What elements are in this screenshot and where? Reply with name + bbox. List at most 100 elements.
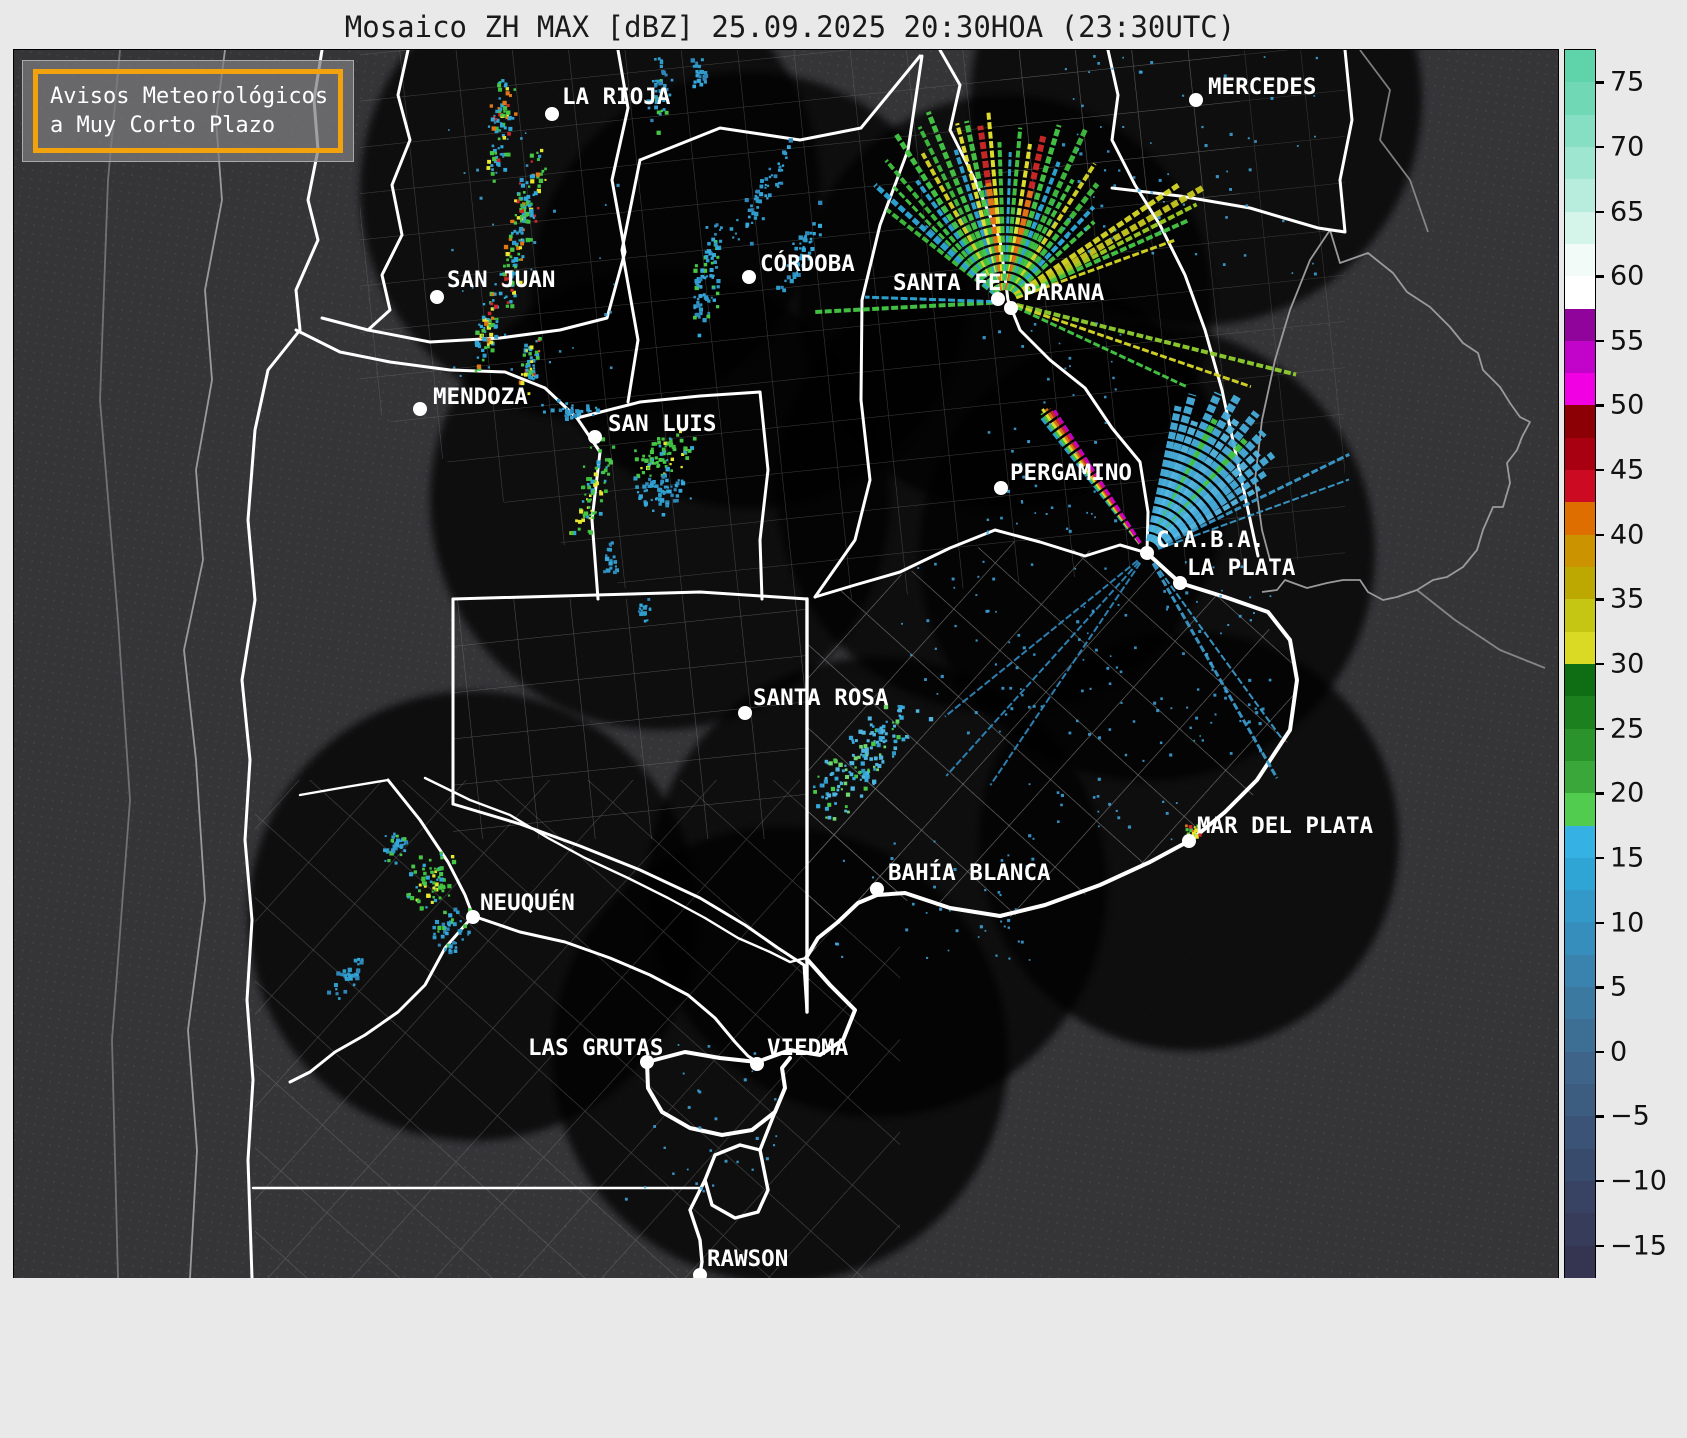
radar-echo-speck	[530, 179, 534, 183]
radar-echo-speck	[463, 924, 467, 928]
radar-echo-speck	[658, 493, 662, 497]
radar-speck	[1077, 134, 1079, 136]
radar-speck	[1166, 609, 1168, 611]
radar-echo-speck	[672, 445, 676, 449]
city-label: SAN JUAN	[447, 267, 555, 293]
radar-echo-speck	[706, 315, 710, 319]
radar-speck	[995, 955, 997, 957]
radar-echo-speck	[478, 324, 480, 326]
radar-speck	[941, 675, 944, 678]
radar-echo-speck	[662, 71, 666, 75]
radar-speck	[905, 928, 908, 931]
radar-echo-speck	[707, 242, 711, 246]
radar-echo-speck	[813, 232, 816, 235]
radar-speck	[1073, 98, 1075, 100]
colorbar-tick-mark	[1596, 922, 1604, 924]
radar-speck	[653, 1125, 656, 1128]
radar-echo-speck	[500, 114, 503, 117]
radar-speck	[1104, 396, 1107, 399]
radar-echo-speck	[407, 896, 410, 899]
radar-echo-speck	[493, 180, 496, 183]
radar-echo-speck	[497, 107, 499, 109]
radar-echo-speck	[527, 392, 530, 395]
radar-speck	[1088, 250, 1090, 252]
radar-speck	[644, 1186, 646, 1188]
radar-speck	[1095, 649, 1098, 652]
radar-speck	[1028, 441, 1030, 443]
colorbar-tick-mark	[1596, 598, 1604, 600]
radar-echo-speck	[513, 88, 516, 91]
radar-echo-speck	[818, 224, 822, 228]
radar-echo-speck	[575, 519, 578, 522]
radar-echo-speck	[652, 510, 654, 512]
radar-echo-speck	[487, 346, 490, 349]
radar-speck	[703, 1190, 705, 1192]
radar-echo-speck	[885, 732, 888, 735]
radar-echo-speck	[525, 365, 528, 368]
radar-echo-speck	[657, 131, 661, 135]
radar-echo-speck	[504, 245, 508, 249]
radar-echo-speck	[530, 360, 533, 363]
radar-echo-speck	[458, 932, 461, 935]
radar-echo-speck	[505, 116, 508, 119]
radar-speck	[1069, 365, 1071, 367]
radar-echo-speck	[813, 786, 816, 789]
colorbar-segment	[1565, 761, 1595, 793]
radar-speck	[1201, 126, 1203, 128]
radar-echo-speck	[595, 407, 597, 409]
radar-echo-speck	[590, 510, 592, 512]
radar-echo-speck	[892, 721, 894, 723]
radar-echo-speck	[688, 449, 692, 453]
radar-speck	[1292, 272, 1294, 274]
radar-echo-speck	[711, 257, 714, 260]
radar-echo-speck	[582, 500, 584, 502]
radar-echo-speck	[489, 324, 492, 327]
radar-echo-speck	[660, 61, 663, 64]
radar-speck	[501, 153, 504, 156]
radar-speck	[1074, 568, 1076, 570]
radar-echo-speck	[510, 304, 514, 308]
city-label: LA PLATA	[1187, 555, 1296, 581]
radar-speck	[1195, 717, 1198, 720]
radar-echo-speck	[640, 467, 642, 469]
radar-echo-speck	[879, 755, 883, 759]
radar-echo-speck	[804, 238, 808, 242]
radar-speck	[1104, 567, 1106, 569]
radar-echo-speck	[538, 337, 542, 341]
radar-speck	[672, 1172, 674, 1174]
radar-speck	[1108, 803, 1111, 806]
radar-echo-speck	[497, 83, 501, 87]
radar-speck	[1008, 641, 1010, 643]
radar-speck	[1156, 709, 1159, 712]
radar-speck	[1230, 752, 1233, 755]
radar-speck	[1314, 273, 1317, 276]
colorbar-tick-label: −10	[1610, 1166, 1667, 1197]
radar-echo-speck	[867, 739, 870, 742]
radar-echo-speck	[482, 316, 485, 319]
radar-echo-speck	[343, 973, 347, 977]
radar-echo-speck	[878, 731, 880, 733]
radar-echo-speck	[838, 763, 842, 767]
radar-echo-speck	[657, 437, 660, 440]
figure-title: Mosaico ZH MAX [dBZ] 25.09.2025 20:30HOA…	[0, 10, 1580, 44]
radar-echo-speck	[440, 854, 442, 856]
radar-speck	[1087, 632, 1089, 634]
radar-speck	[572, 347, 574, 349]
radar-speck	[999, 731, 1001, 733]
radar-speck	[1114, 230, 1116, 232]
radar-echo-speck	[649, 608, 652, 611]
radar-echo-speck	[879, 753, 881, 755]
radar-echo-speck	[693, 269, 697, 273]
radar-speck	[1016, 666, 1019, 669]
radar-echo-speck	[522, 239, 525, 242]
radar-echo-speck	[784, 280, 786, 282]
radar-speck	[1114, 519, 1117, 522]
radar-speck	[1159, 179, 1162, 182]
radar-echo-speck	[639, 604, 642, 607]
radar-echo-speck	[819, 233, 822, 236]
radar-echo-speck	[490, 341, 494, 345]
radar-echo-speck	[500, 103, 502, 105]
radar-echo-speck	[886, 721, 888, 723]
radar-speck	[1104, 169, 1106, 171]
radar-speck	[530, 356, 532, 358]
